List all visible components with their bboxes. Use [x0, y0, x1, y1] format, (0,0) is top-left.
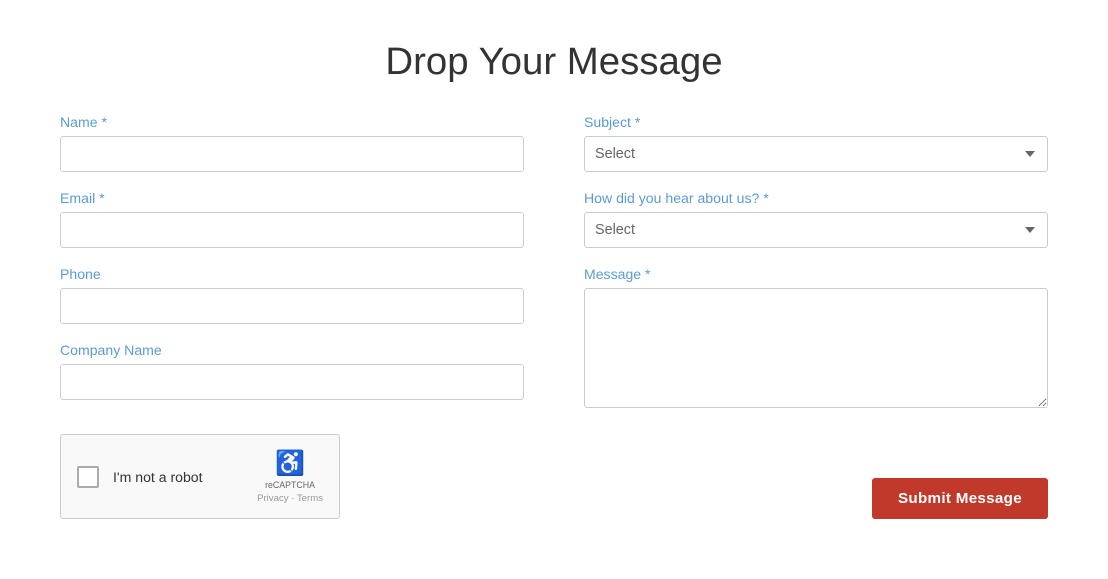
name-input[interactable]: [60, 136, 524, 172]
name-group: Name *: [60, 114, 524, 172]
message-label: Message *: [584, 266, 1048, 282]
submit-wrapper: Submit Message: [584, 478, 1048, 519]
company-group: Company Name: [60, 342, 524, 400]
captcha-links: Privacy · Terms: [257, 493, 323, 504]
message-textarea[interactable]: [584, 288, 1048, 408]
name-label: Name *: [60, 114, 524, 130]
captcha-wrapper: I'm not a robot ♿ reCAPTCHA Privacy · Te…: [60, 426, 524, 519]
company-input[interactable]: [60, 364, 524, 400]
page-wrapper: Drop Your Message Name * Email * Phone C…: [20, 20, 1088, 559]
email-input[interactable]: [60, 212, 524, 248]
hear-group: How did you hear about us? * Select: [584, 190, 1048, 248]
recaptcha-icon: ♿: [275, 449, 305, 478]
captcha-checkbox[interactable]: [77, 466, 99, 488]
captcha-label: I'm not a robot: [113, 469, 243, 485]
phone-input[interactable]: [60, 288, 524, 324]
captcha-brand-text: reCAPTCHA: [265, 480, 315, 491]
hear-select[interactable]: Select: [584, 212, 1048, 248]
hear-label: How did you hear about us? *: [584, 190, 1048, 206]
left-column: Name * Email * Phone Company Name I'm no…: [60, 114, 524, 519]
email-group: Email *: [60, 190, 524, 248]
company-label: Company Name: [60, 342, 524, 358]
phone-label: Phone: [60, 266, 524, 282]
subject-label: Subject *: [584, 114, 1048, 130]
phone-group: Phone: [60, 266, 524, 324]
subject-group: Subject * Select: [584, 114, 1048, 172]
email-label: Email *: [60, 190, 524, 206]
message-group: Message *: [584, 266, 1048, 450]
right-column: Subject * Select How did you hear about …: [584, 114, 1048, 519]
submit-button[interactable]: Submit Message: [872, 478, 1048, 519]
contact-form: Name * Email * Phone Company Name I'm no…: [60, 114, 1048, 519]
page-title: Drop Your Message: [60, 40, 1048, 84]
subject-select[interactable]: Select: [584, 136, 1048, 172]
captcha-box: I'm not a robot ♿ reCAPTCHA Privacy · Te…: [60, 434, 340, 519]
captcha-logo: ♿ reCAPTCHA Privacy · Terms: [257, 449, 323, 504]
